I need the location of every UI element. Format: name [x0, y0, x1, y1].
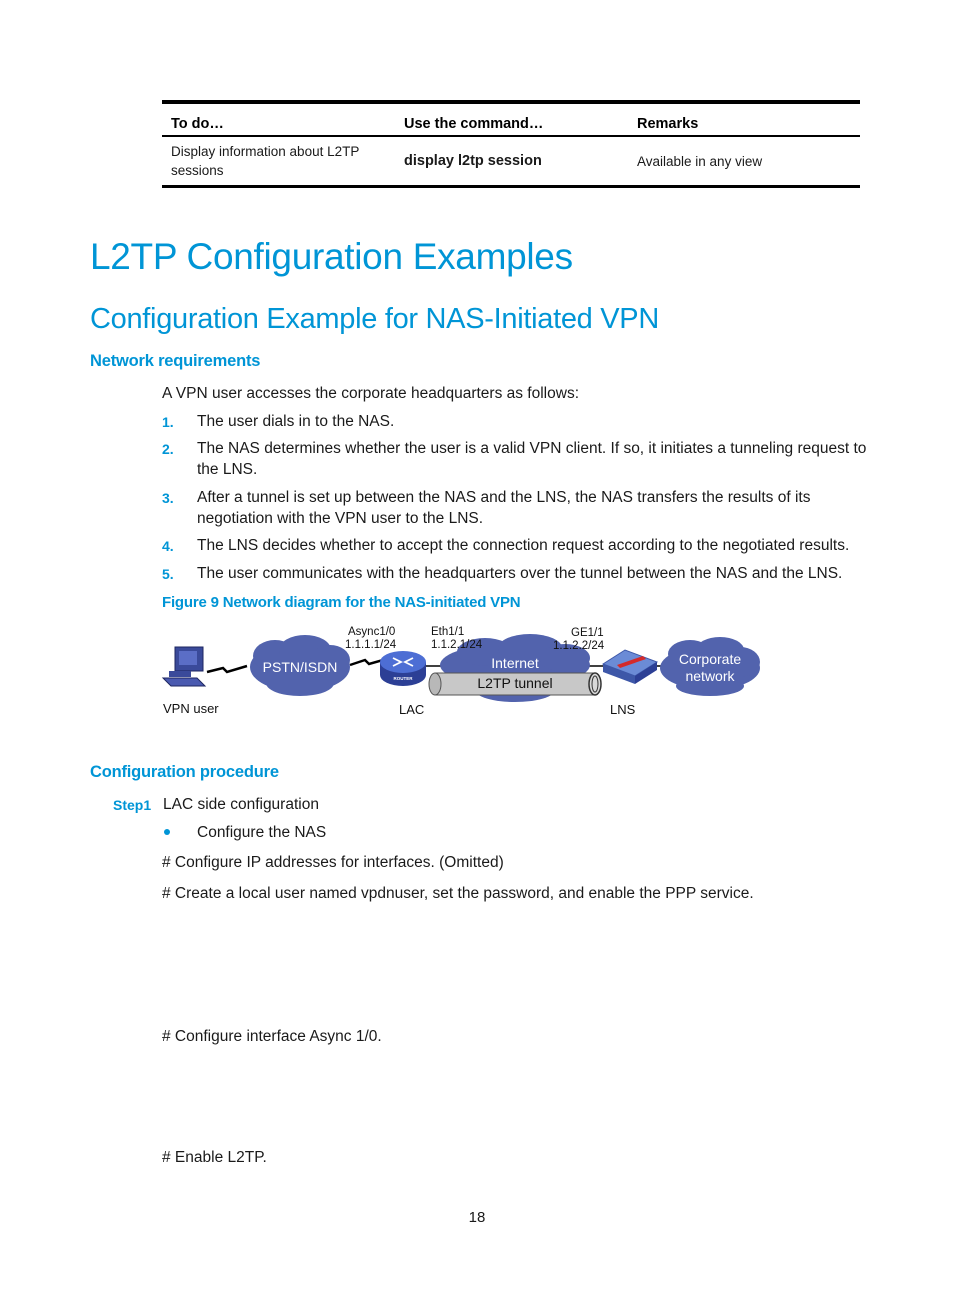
- list-item: 1. The user dials in to the NAS.: [162, 411, 872, 432]
- list-text: The user dials in to the NAS.: [197, 413, 395, 430]
- list-text: The LNS decides whether to accept the co…: [197, 537, 850, 554]
- async-ip-label: 1.1.1.1/24: [345, 639, 397, 651]
- list-item: 2. The NAS determines whether the user i…: [162, 438, 872, 480]
- list-text: The NAS determines whether the user is a…: [197, 440, 867, 478]
- pstn-label: PSTN/ISDN: [262, 659, 338, 675]
- internet-label: Internet: [491, 655, 539, 671]
- network-diagram: ROUTER PSTN/ISDN Internet L2TP tunnel Co…: [155, 620, 775, 725]
- page-title: L2TP Configuration Examples: [90, 236, 573, 277]
- lns-firewall-icon: [601, 649, 659, 684]
- cell-remarks: Available in any view: [637, 153, 763, 169]
- lac-router-icon: ROUTER: [380, 651, 426, 686]
- table-row: Display information about L2TP sessions …: [162, 137, 860, 185]
- dialup-link-left: [206, 664, 248, 674]
- comment-line: # Enable L2TP.: [162, 1149, 267, 1166]
- vpn-user-label: VPN user: [163, 701, 219, 716]
- list-number: 4.: [162, 538, 174, 554]
- list-item: 4. The LNS decides whether to accept the…: [162, 535, 872, 556]
- list-number: 3.: [162, 490, 174, 506]
- subsection-network-requirements: Network requirements: [90, 352, 261, 370]
- ge-ip-label: 1.1.2.2/24: [553, 640, 605, 652]
- comment-line: # Configure interface Async 1/0.: [162, 1028, 382, 1045]
- async-interface-label: Async1/0: [348, 626, 396, 638]
- list-number: 2.: [162, 441, 174, 457]
- column-header-command: Use the command…: [404, 116, 544, 132]
- column-header-remarks: Remarks: [637, 116, 699, 132]
- cell-command: display l2tp session: [404, 152, 542, 169]
- step-text: LAC side configuration: [163, 796, 319, 813]
- lns-label: LNS: [610, 702, 636, 717]
- list-number: 5.: [162, 566, 174, 582]
- list-number: 1.: [162, 414, 174, 430]
- list-text: After a tunnel is set up between the NAS…: [197, 489, 811, 527]
- svg-text:ROUTER: ROUTER: [394, 676, 414, 681]
- list-item: 5. The user communicates with the headqu…: [162, 563, 872, 584]
- corporate-label-line2: network: [685, 668, 735, 684]
- step-label: Step1: [113, 797, 152, 813]
- bullet-text: Configure the NAS: [197, 824, 327, 841]
- section-title: Configuration Example for NAS-Initiated …: [90, 303, 659, 335]
- command-table: To do… Use the command… Remarks Display …: [162, 100, 860, 188]
- list-item: 3. After a tunnel is set up between the …: [162, 487, 872, 529]
- figure-caption: Figure 9 Network diagram for the NAS-ini…: [162, 594, 521, 611]
- cell-todo: Display information about L2TP sessions: [171, 144, 360, 178]
- ge-interface-label: GE1/1: [571, 627, 604, 639]
- table-header-row: To do… Use the command… Remarks: [162, 104, 860, 137]
- list-text: The user communicates with the headquart…: [197, 565, 843, 582]
- eth-interface-label: Eth1/1: [431, 626, 465, 638]
- bullet-icon: [164, 829, 170, 835]
- vpn-user-pc-icon: [161, 646, 207, 687]
- tunnel-label: L2TP tunnel: [477, 675, 553, 691]
- dialup-link-right: [349, 658, 384, 667]
- corporate-label-line1: Corporate: [678, 651, 742, 667]
- column-header-todo: To do…: [171, 116, 224, 132]
- intro-text: A VPN user accesses the corporate headqu…: [162, 385, 579, 402]
- comment-line: # Create a local user named vpdnuser, se…: [162, 885, 754, 902]
- page-number: 18: [468, 1209, 486, 1226]
- subsection-configuration-procedure: Configuration procedure: [90, 763, 279, 781]
- lac-label: LAC: [399, 702, 425, 717]
- eth-ip-label: 1.1.2.1/24: [431, 639, 483, 651]
- comment-line: # Configure IP addresses for interfaces.…: [162, 854, 504, 871]
